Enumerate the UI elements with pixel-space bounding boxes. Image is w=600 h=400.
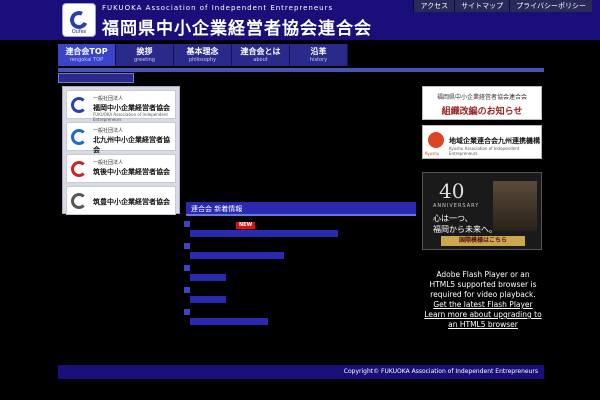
news-bullet-icon: [184, 309, 190, 315]
reorganization-notice-banner[interactable]: 福岡県中小企業経営者協会連合会 組織改編のお知らせ: [422, 86, 542, 120]
news-item[interactable]: [184, 242, 424, 264]
site-name-jp: 福岡県中小企業経営者協会連合会: [102, 19, 372, 39]
news-item[interactable]: [184, 264, 424, 286]
anniversary-label: ANNIVERSARY: [433, 203, 480, 209]
nav-item-greeting[interactable]: 挨拶 greeting: [116, 44, 174, 66]
nav-item-label: 基本理念: [186, 47, 219, 56]
association-sidebar: 一般社団法人 福岡中小企業経営者協会 FUKUOKA Association o…: [62, 86, 180, 215]
nav-item-label: 挨拶: [136, 47, 153, 56]
news-bullet-icon: [184, 221, 190, 227]
news-link[interactable]: [190, 230, 338, 237]
site-name-en: FUKUOKA Association of Independent Entre…: [102, 4, 334, 12]
news-item[interactable]: NEW: [184, 220, 424, 242]
association-name: 筑後中小企業経営者協会: [93, 168, 170, 176]
main-nav: 連合会TOP rengokai TOP 挨拶 greeting 基本理念 phi…: [58, 44, 348, 66]
association-link-chikuho[interactable]: 筑豊中小企業経営者協会: [66, 186, 176, 215]
banner-notice-title: 組織改編のお知らせ: [441, 107, 523, 117]
nav-item-label: 連合会TOP: [65, 47, 108, 56]
association-name: 筑豊中小企業経営者協会: [93, 198, 170, 206]
association-link-fukuoka[interactable]: 一般社団法人 福岡中小企業経営者協会 FUKUOKA Association o…: [66, 90, 176, 122]
news-link[interactable]: [190, 252, 284, 259]
news-bullet-icon: [184, 243, 190, 249]
association-type: 一般社団法人: [93, 96, 124, 102]
nav-item-history[interactable]: 沿革 history: [290, 44, 348, 66]
association-name: 北九州中小企業経営者協会: [93, 136, 170, 154]
utility-link-sitemap[interactable]: サイトマップ: [454, 0, 510, 12]
news-item[interactable]: [184, 286, 424, 308]
association-logo-icon: [71, 97, 87, 113]
news-list: NEW: [184, 220, 424, 330]
logo-caption: Oufes: [71, 29, 87, 35]
html5-upgrade-link[interactable]: Learn more about upgrading to an HTML5 b…: [424, 310, 542, 330]
association-type: 一般社団法人: [93, 160, 124, 166]
anniversary-slogan: 福岡から未来へ。: [433, 225, 497, 234]
kyushu-logo-icon: [428, 132, 444, 148]
nav-item-sublabel: rengokai TOP: [69, 57, 104, 63]
anniversary-banner[interactable]: 40 ANNIVERSARY 心は一つ、 福岡から未来へ。 国際模様はこちら: [422, 172, 542, 250]
nav-item-sublabel: philosophy: [188, 57, 217, 63]
nav-item-sublabel: history: [309, 57, 328, 63]
header-bar: Oufes FUKUOKA Association of Independent…: [0, 0, 600, 40]
nav-underline: [58, 68, 544, 72]
kyushu-logo-caption: Kyushu: [425, 151, 440, 156]
nav-item-label: 連合会とは: [240, 47, 281, 56]
association-name-en: FUKUOKA Association of Independent Entre…: [93, 112, 168, 122]
nav-item-philosophy[interactable]: 基本理念 philosophy: [174, 44, 232, 66]
nav-item-about[interactable]: 連合会とは about: [232, 44, 290, 66]
utility-links: アクセス サイトマップ プライバシーポリシー: [413, 0, 592, 12]
news-heading-bar: 連合会 新着情報: [186, 202, 416, 216]
flash-player-link[interactable]: Get the latest Flash Player: [424, 300, 542, 310]
association-logo-icon: [71, 161, 87, 177]
flash-required-text: Adobe Flash Player or an HTML5 supported…: [429, 270, 537, 299]
nav-item-sublabel: greeting: [134, 57, 155, 63]
kyushu-title: 地域企業連合会九州連携機構: [449, 137, 540, 145]
footer-bar: Copyright© FUKUOKA Association of Indepe…: [58, 365, 544, 379]
kyushu-subtitle: Kyushu Association of Independent Entrep…: [449, 146, 520, 156]
site-logo[interactable]: Oufes: [62, 3, 96, 37]
news-link[interactable]: [190, 318, 268, 325]
nav-item-top[interactable]: 連合会TOP rengokai TOP: [58, 44, 116, 66]
association-link-kitakyushu[interactable]: 一般社団法人 北九州中小企業経営者協会: [66, 122, 176, 154]
nav-item-label: 沿革: [310, 47, 327, 56]
video-fallback-message: Adobe Flash Player or an HTML5 supported…: [424, 270, 542, 330]
news-bullet-icon: [184, 265, 190, 271]
new-badge: NEW: [236, 222, 256, 229]
anniversary-number: 40: [439, 179, 465, 203]
news-item[interactable]: [184, 308, 424, 330]
association-logo-icon: [71, 129, 87, 145]
utility-link-access[interactable]: アクセス: [413, 0, 455, 12]
association-logo-icon: [71, 193, 87, 209]
news-link[interactable]: [190, 274, 226, 281]
banner-org-name: 福岡県中小企業経営者協会連合会: [436, 94, 527, 101]
anniversary-slogan: 心は一つ、: [433, 214, 473, 223]
association-type: 一般社団法人: [93, 128, 124, 134]
association-link-chikugo[interactable]: 一般社団法人 筑後中小企業経営者協会: [66, 154, 176, 183]
news-link[interactable]: [190, 296, 226, 303]
utility-link-privacy[interactable]: プライバシーポリシー: [509, 0, 592, 12]
kyushu-alliance-banner[interactable]: Kyushu 地域企業連合会九州連携機構 Kyushu Association …: [422, 125, 542, 159]
anniversary-button[interactable]: 国際模様はこちら: [441, 236, 525, 246]
copyright-text: Copyright© FUKUOKA Association of Indepe…: [343, 368, 538, 375]
sidebar-heading-bar: [58, 73, 134, 83]
news-bullet-icon: [184, 287, 190, 293]
nav-item-sublabel: about: [253, 57, 268, 63]
news-heading: 連合会 新着情報: [191, 205, 243, 213]
anniversary-photos: [493, 181, 537, 231]
